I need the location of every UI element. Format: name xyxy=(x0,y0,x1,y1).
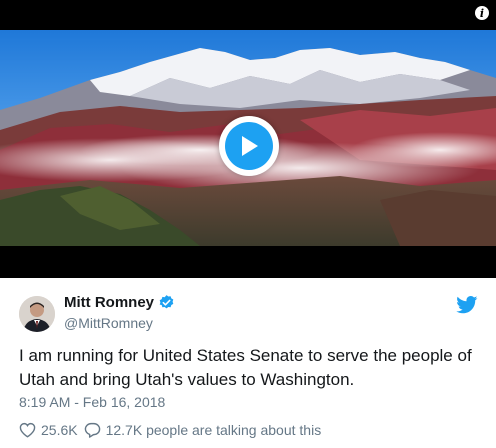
twitter-bird-icon[interactable] xyxy=(456,296,478,314)
like-count: 25.6K xyxy=(41,422,78,438)
tweet-actions: 25.6K 12.7K people are talking about thi… xyxy=(19,420,327,440)
reply-action[interactable]: 12.7K people are talking about this xyxy=(84,422,322,438)
talking-about-text: 12.7K people are talking about this xyxy=(105,422,322,438)
verified-badge-icon xyxy=(158,294,175,311)
avatar[interactable] xyxy=(19,296,55,332)
video-player[interactable]: i xyxy=(0,0,496,278)
info-icon[interactable]: i xyxy=(475,6,489,20)
tweet-text: I am running for United States Senate to… xyxy=(19,346,472,389)
like-action[interactable]: 25.6K xyxy=(19,422,78,438)
heart-icon xyxy=(19,422,36,438)
tweet-card: Mitt Romney @MittRomney I am running for… xyxy=(0,278,496,448)
play-button[interactable] xyxy=(219,116,279,176)
author-name[interactable]: Mitt Romney xyxy=(64,294,154,311)
tweet-timestamp[interactable]: 8:19 AM - Feb 16, 2018 xyxy=(19,394,165,410)
author-handle[interactable]: @MittRomney xyxy=(64,315,153,331)
play-icon xyxy=(225,122,273,170)
reply-icon xyxy=(84,422,100,438)
author-name-row[interactable]: Mitt Romney xyxy=(64,294,175,311)
